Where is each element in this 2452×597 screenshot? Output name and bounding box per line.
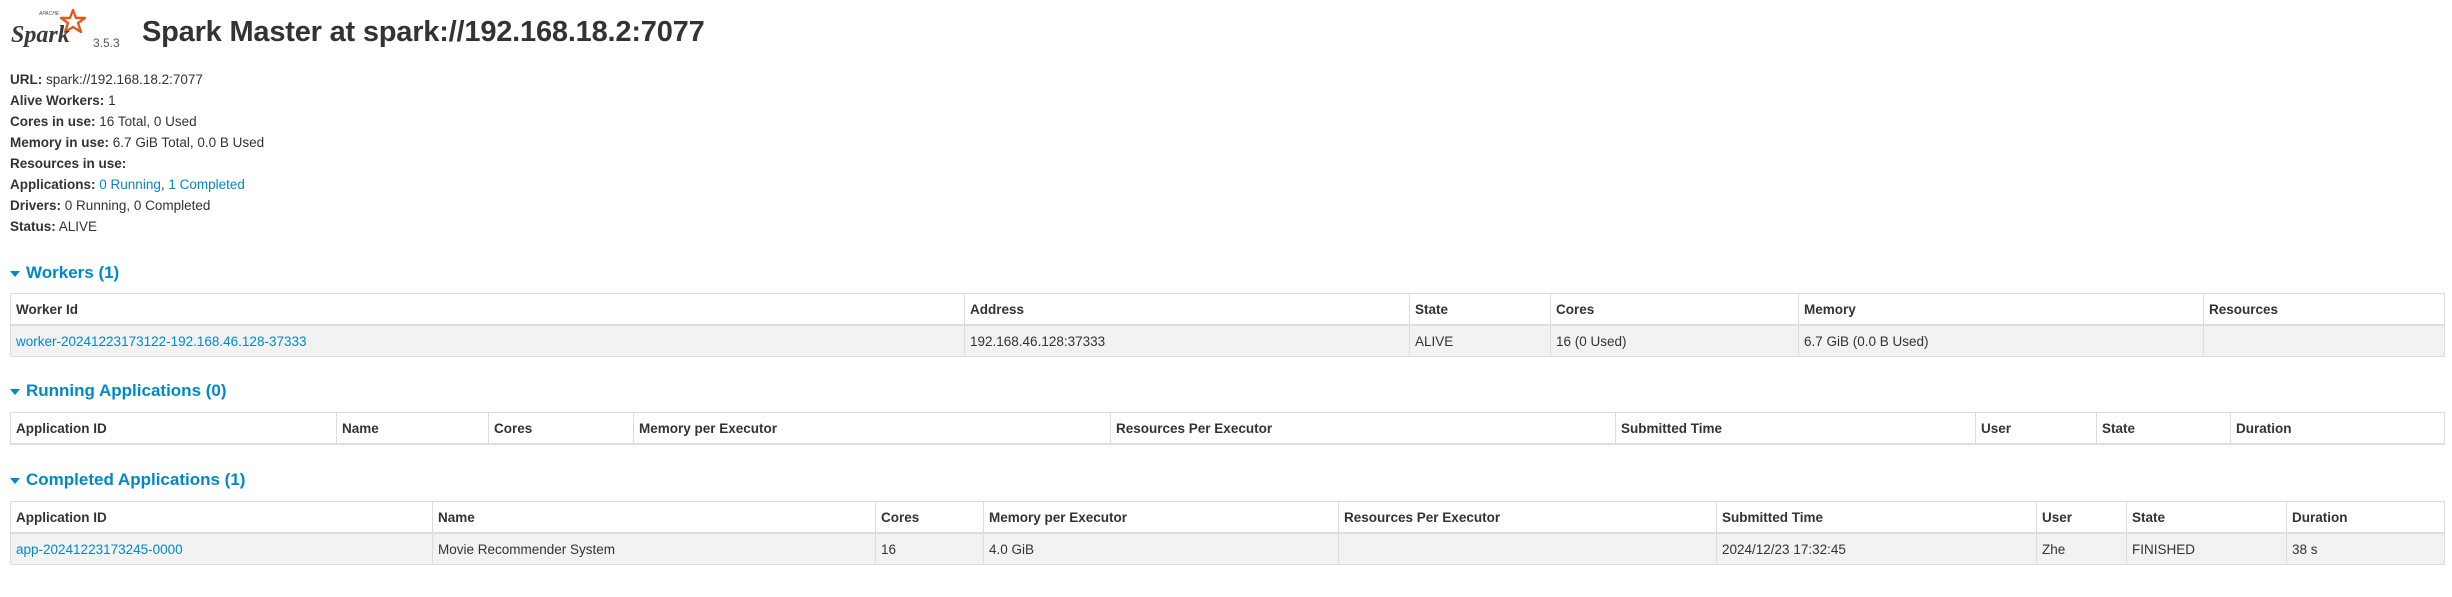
worker-state: ALIVE [1409,324,1551,357]
table-header-row: Worker Id Address State Cores Memory Res… [10,293,2445,326]
summary-status: Status: ALIVE [10,219,98,234]
table-header-row: Application ID Name Cores Memory per Exe… [10,412,2445,445]
table-header-row: Application ID Name Cores Memory per Exe… [10,501,2445,534]
master-summary: URL: spark://192.168.18.2:7077 Alive Wor… [10,69,264,237]
summary-applications: Applications: 0 Running, 1 Completed [10,177,245,192]
running-apps-heading: Running Applications (0) [26,381,227,400]
application-resources [1338,532,1717,565]
table-row: worker-20241223173122-192.168.46.128-373… [10,324,2445,357]
column-header-state[interactable]: State [2126,501,2287,534]
completed-apps-table: Application ID Name Cores Memory per Exe… [10,501,2445,565]
worker-address: 192.168.46.128:37333 [964,324,1410,357]
column-header-submitted-time[interactable]: Submitted Time [1615,412,1976,445]
column-header-memory[interactable]: Memory [1798,293,2204,326]
summary-drivers: Drivers: 0 Running, 0 Completed [10,198,211,213]
workers-heading: Workers (1) [26,263,120,282]
column-header-memory-per-executor[interactable]: Memory per Executor [633,412,1111,445]
completed-apps-heading: Completed Applications (1) [26,470,246,489]
table-row: app-20241223173245-0000 Movie Recommende… [10,532,2445,565]
worker-memory: 6.7 GiB (0.0 B Used) [1798,324,2204,357]
worker-resources [2203,324,2445,357]
summary-resources: Resources in use: [10,156,127,171]
workers-section: Workers (1) Worker Id Address State Core… [10,262,2445,357]
application-submitted-time: 2024/12/23 17:32:45 [1716,532,2037,565]
version-label: 3.5.3 [93,36,120,50]
column-header-duration[interactable]: Duration [2286,501,2445,534]
svg-text:APACHE: APACHE [38,11,60,17]
worker-id-link[interactable]: worker-20241223173122-192.168.46.128-373… [16,334,307,349]
column-header-application-id[interactable]: Application ID [10,501,433,534]
column-header-user[interactable]: User [2036,501,2127,534]
application-state: FINISHED [2126,532,2287,565]
column-header-resources[interactable]: Resources [2203,293,2445,326]
running-apps-table: Application ID Name Cores Memory per Exe… [10,412,2445,445]
page-title: Spark Master at spark://192.168.18.2:707… [142,16,705,48]
column-header-user[interactable]: User [1975,412,2097,445]
summary-alive-workers: Alive Workers: 1 [10,93,116,108]
column-header-state[interactable]: State [2096,412,2231,445]
page-header: APACHE Spark 3.5.3 Spark Master at spark… [9,0,1009,70]
spark-logo-text: Spark [11,22,70,48]
column-header-name[interactable]: Name [432,501,876,534]
column-header-duration[interactable]: Duration [2230,412,2445,445]
column-header-state[interactable]: State [1409,293,1551,326]
collapse-arrow-icon [10,389,20,395]
running-apps-section: Running Applications (0) Application ID … [10,380,2445,445]
column-header-resources-per-executor[interactable]: Resources Per Executor [1110,412,1616,445]
completed-apps-section-toggle[interactable]: Completed Applications (1) [10,469,2444,491]
running-apps-link[interactable]: 0 Running [99,177,161,192]
collapse-arrow-icon [10,271,20,277]
summary-url: URL: spark://192.168.18.2:7077 [10,72,203,87]
application-duration: 38 s [2286,532,2445,565]
completed-apps-section: Completed Applications (1) Application I… [10,469,2445,565]
application-name: Movie Recommender System [432,532,876,565]
workers-table: Worker Id Address State Cores Memory Res… [10,293,2445,357]
column-header-application-id[interactable]: Application ID [10,412,337,445]
column-header-address[interactable]: Address [964,293,1410,326]
column-header-submitted-time[interactable]: Submitted Time [1716,501,2037,534]
column-header-resources-per-executor[interactable]: Resources Per Executor [1338,501,1717,534]
column-header-name[interactable]: Name [336,412,489,445]
running-apps-section-toggle[interactable]: Running Applications (0) [10,380,2444,402]
application-cores: 16 [875,532,984,565]
spark-logo[interactable]: APACHE Spark [9,6,129,58]
collapse-arrow-icon [10,478,20,484]
column-header-cores[interactable]: Cores [1550,293,1799,326]
column-header-cores[interactable]: Cores [875,501,984,534]
summary-cores: Cores in use: 16 Total, 0 Used [10,114,197,129]
application-memory: 4.0 GiB [983,532,1339,565]
summary-memory: Memory in use: 6.7 GiB Total, 0.0 B Used [10,135,265,150]
application-user: Zhe [2036,532,2127,565]
completed-apps-link[interactable]: 1 Completed [168,177,245,192]
worker-cores: 16 (0 Used) [1550,324,1799,357]
application-id-link[interactable]: app-20241223173245-0000 [16,542,183,557]
column-header-memory-per-executor[interactable]: Memory per Executor [983,501,1339,534]
column-header-worker-id[interactable]: Worker Id [10,293,965,326]
column-header-cores[interactable]: Cores [488,412,634,445]
workers-section-toggle[interactable]: Workers (1) [10,262,2444,284]
